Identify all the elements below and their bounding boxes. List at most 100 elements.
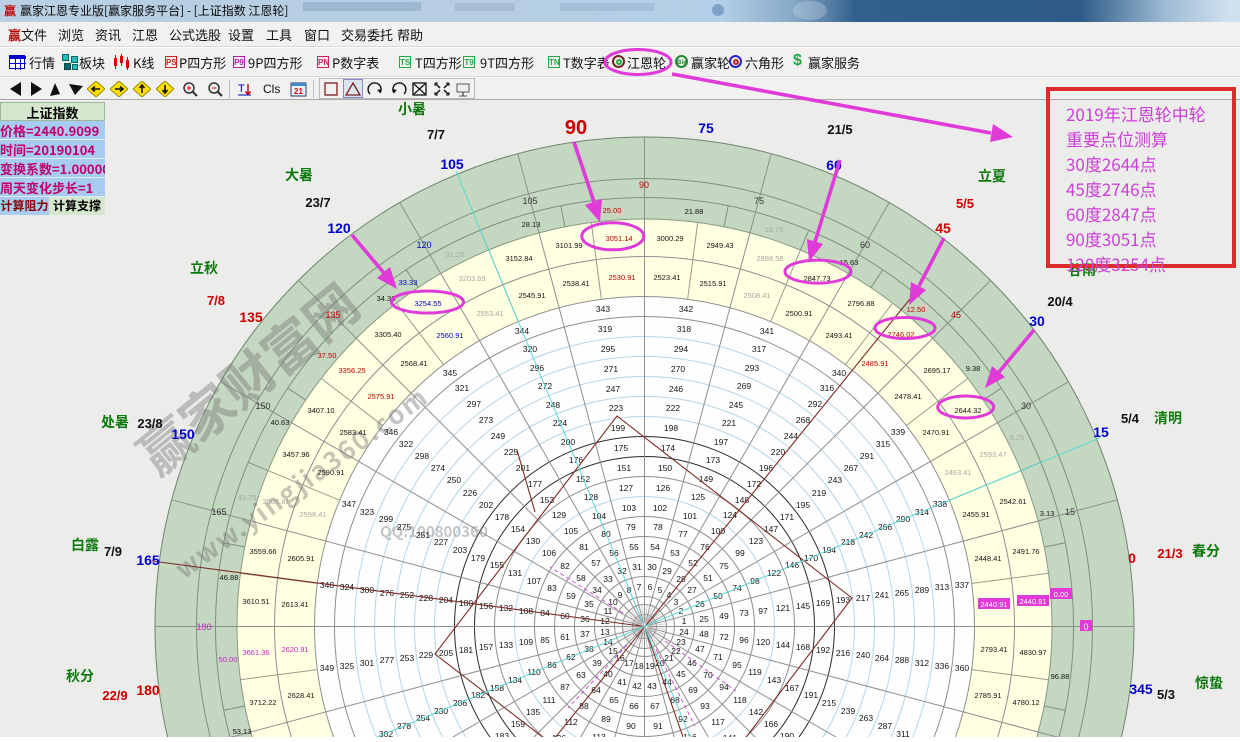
svg-text:167: 167: [785, 683, 799, 693]
svg-text:177: 177: [528, 479, 542, 489]
svg-text:2493.41: 2493.41: [825, 331, 852, 340]
svg-text:3356.25: 3356.25: [338, 366, 365, 375]
svg-text:274: 274: [431, 463, 445, 473]
svg-text:346: 346: [384, 427, 398, 437]
svg-text:90: 90: [626, 721, 636, 731]
svg-text:2440.91: 2440.91: [1019, 597, 1046, 606]
svg-text:102: 102: [653, 503, 667, 513]
svg-text:105: 105: [564, 526, 578, 536]
svg-text:2500.91: 2500.91: [785, 309, 812, 318]
svg-text:66: 66: [629, 701, 639, 711]
svg-text:107: 107: [527, 576, 541, 586]
svg-text:94: 94: [719, 682, 729, 692]
svg-text:130: 130: [526, 536, 540, 546]
svg-text:9: 9: [618, 590, 623, 600]
svg-text:323: 323: [360, 507, 374, 517]
svg-text:299: 299: [379, 514, 393, 524]
svg-text:30: 30: [1029, 313, 1045, 329]
svg-text:75: 75: [754, 196, 764, 206]
svg-text:45: 45: [951, 310, 961, 320]
svg-text:2620.91: 2620.91: [281, 645, 308, 654]
svg-text:180: 180: [136, 682, 160, 698]
svg-text:15: 15: [1093, 424, 1109, 440]
svg-text:7/8: 7/8: [207, 293, 225, 308]
svg-text:21.88: 21.88: [685, 207, 704, 216]
svg-text:277: 277: [380, 655, 394, 665]
svg-text:2898.58: 2898.58: [756, 254, 783, 263]
svg-text:78: 78: [653, 522, 663, 532]
svg-text:81: 81: [579, 542, 589, 552]
svg-text:83: 83: [547, 583, 557, 593]
svg-text:大暑: 大暑: [285, 165, 313, 185]
svg-text:100: 100: [711, 526, 725, 536]
svg-text:2593.47: 2593.47: [979, 450, 1006, 459]
svg-text:219: 219: [812, 488, 826, 498]
svg-text:325: 325: [340, 661, 354, 671]
svg-text:179: 179: [471, 553, 485, 563]
svg-text:2575.91: 2575.91: [367, 392, 394, 401]
svg-text:34.38: 34.38: [377, 294, 396, 303]
svg-text:秋分: 秋分: [66, 666, 94, 686]
svg-text:223: 223: [609, 403, 623, 413]
svg-text:97: 97: [758, 606, 768, 616]
svg-text:53: 53: [670, 548, 680, 558]
svg-text:23/7: 23/7: [305, 195, 330, 210]
svg-text:87: 87: [560, 682, 570, 692]
svg-text:18: 18: [634, 661, 644, 671]
svg-text:216: 216: [836, 648, 850, 658]
svg-text:222: 222: [666, 403, 680, 413]
svg-text:135: 135: [239, 309, 263, 325]
svg-text:55: 55: [629, 542, 639, 552]
svg-text:293: 293: [745, 363, 759, 373]
svg-text:93: 93: [700, 701, 710, 711]
svg-text:15.63: 15.63: [840, 258, 859, 267]
svg-text:75: 75: [719, 561, 729, 571]
svg-text:125: 125: [691, 492, 705, 502]
svg-text:150: 150: [171, 426, 195, 442]
svg-text:2605.91: 2605.91: [287, 554, 314, 563]
svg-text:142: 142: [749, 707, 763, 717]
svg-text:180: 180: [196, 622, 211, 632]
svg-text:3559.66: 3559.66: [249, 547, 276, 556]
svg-text:322: 322: [399, 439, 413, 449]
svg-text:226: 226: [463, 488, 477, 498]
svg-text:273: 273: [479, 415, 493, 425]
svg-text:2644.32: 2644.32: [954, 406, 981, 415]
svg-text:3.13: 3.13: [1040, 509, 1055, 518]
svg-text:2560.91: 2560.91: [436, 331, 463, 340]
svg-text:13: 13: [600, 627, 610, 637]
svg-text:96.88: 96.88: [1051, 672, 1070, 681]
svg-text:2613.41: 2613.41: [281, 600, 308, 609]
svg-text:75: 75: [698, 120, 714, 136]
svg-text:3661.36: 3661.36: [242, 648, 269, 657]
svg-text:215: 215: [822, 698, 836, 708]
svg-text:28.13: 28.13: [522, 220, 541, 229]
svg-text:165: 165: [211, 507, 226, 517]
svg-text:113: 113: [592, 732, 606, 737]
svg-text:2478.41: 2478.41: [894, 392, 921, 401]
svg-text:240: 240: [856, 650, 870, 660]
svg-text:49: 49: [719, 611, 729, 621]
svg-text:33: 33: [603, 574, 613, 584]
svg-text:2949.43: 2949.43: [706, 241, 733, 250]
svg-text:155: 155: [490, 560, 504, 570]
svg-text:小暑: 小暑: [398, 100, 426, 119]
svg-text:264: 264: [875, 653, 889, 663]
svg-text:120: 120: [327, 220, 351, 236]
svg-text:40.63: 40.63: [271, 418, 290, 427]
svg-text:2542.61: 2542.61: [999, 497, 1026, 506]
svg-text:42: 42: [632, 681, 642, 691]
svg-text:2455.91: 2455.91: [962, 510, 989, 519]
svg-text:317: 317: [752, 344, 766, 354]
svg-text:190: 190: [780, 731, 794, 737]
svg-text:20/4: 20/4: [1047, 294, 1073, 309]
svg-text:33.33: 33.33: [399, 278, 418, 287]
svg-text:133: 133: [499, 640, 513, 650]
svg-text:27: 27: [687, 585, 697, 595]
svg-text:251: 251: [416, 530, 430, 540]
svg-text:34: 34: [592, 585, 602, 595]
svg-text:11: 11: [604, 606, 613, 616]
svg-text:2785.91: 2785.91: [974, 691, 1001, 700]
svg-text:205: 205: [439, 648, 453, 658]
svg-text:349: 349: [320, 663, 334, 673]
